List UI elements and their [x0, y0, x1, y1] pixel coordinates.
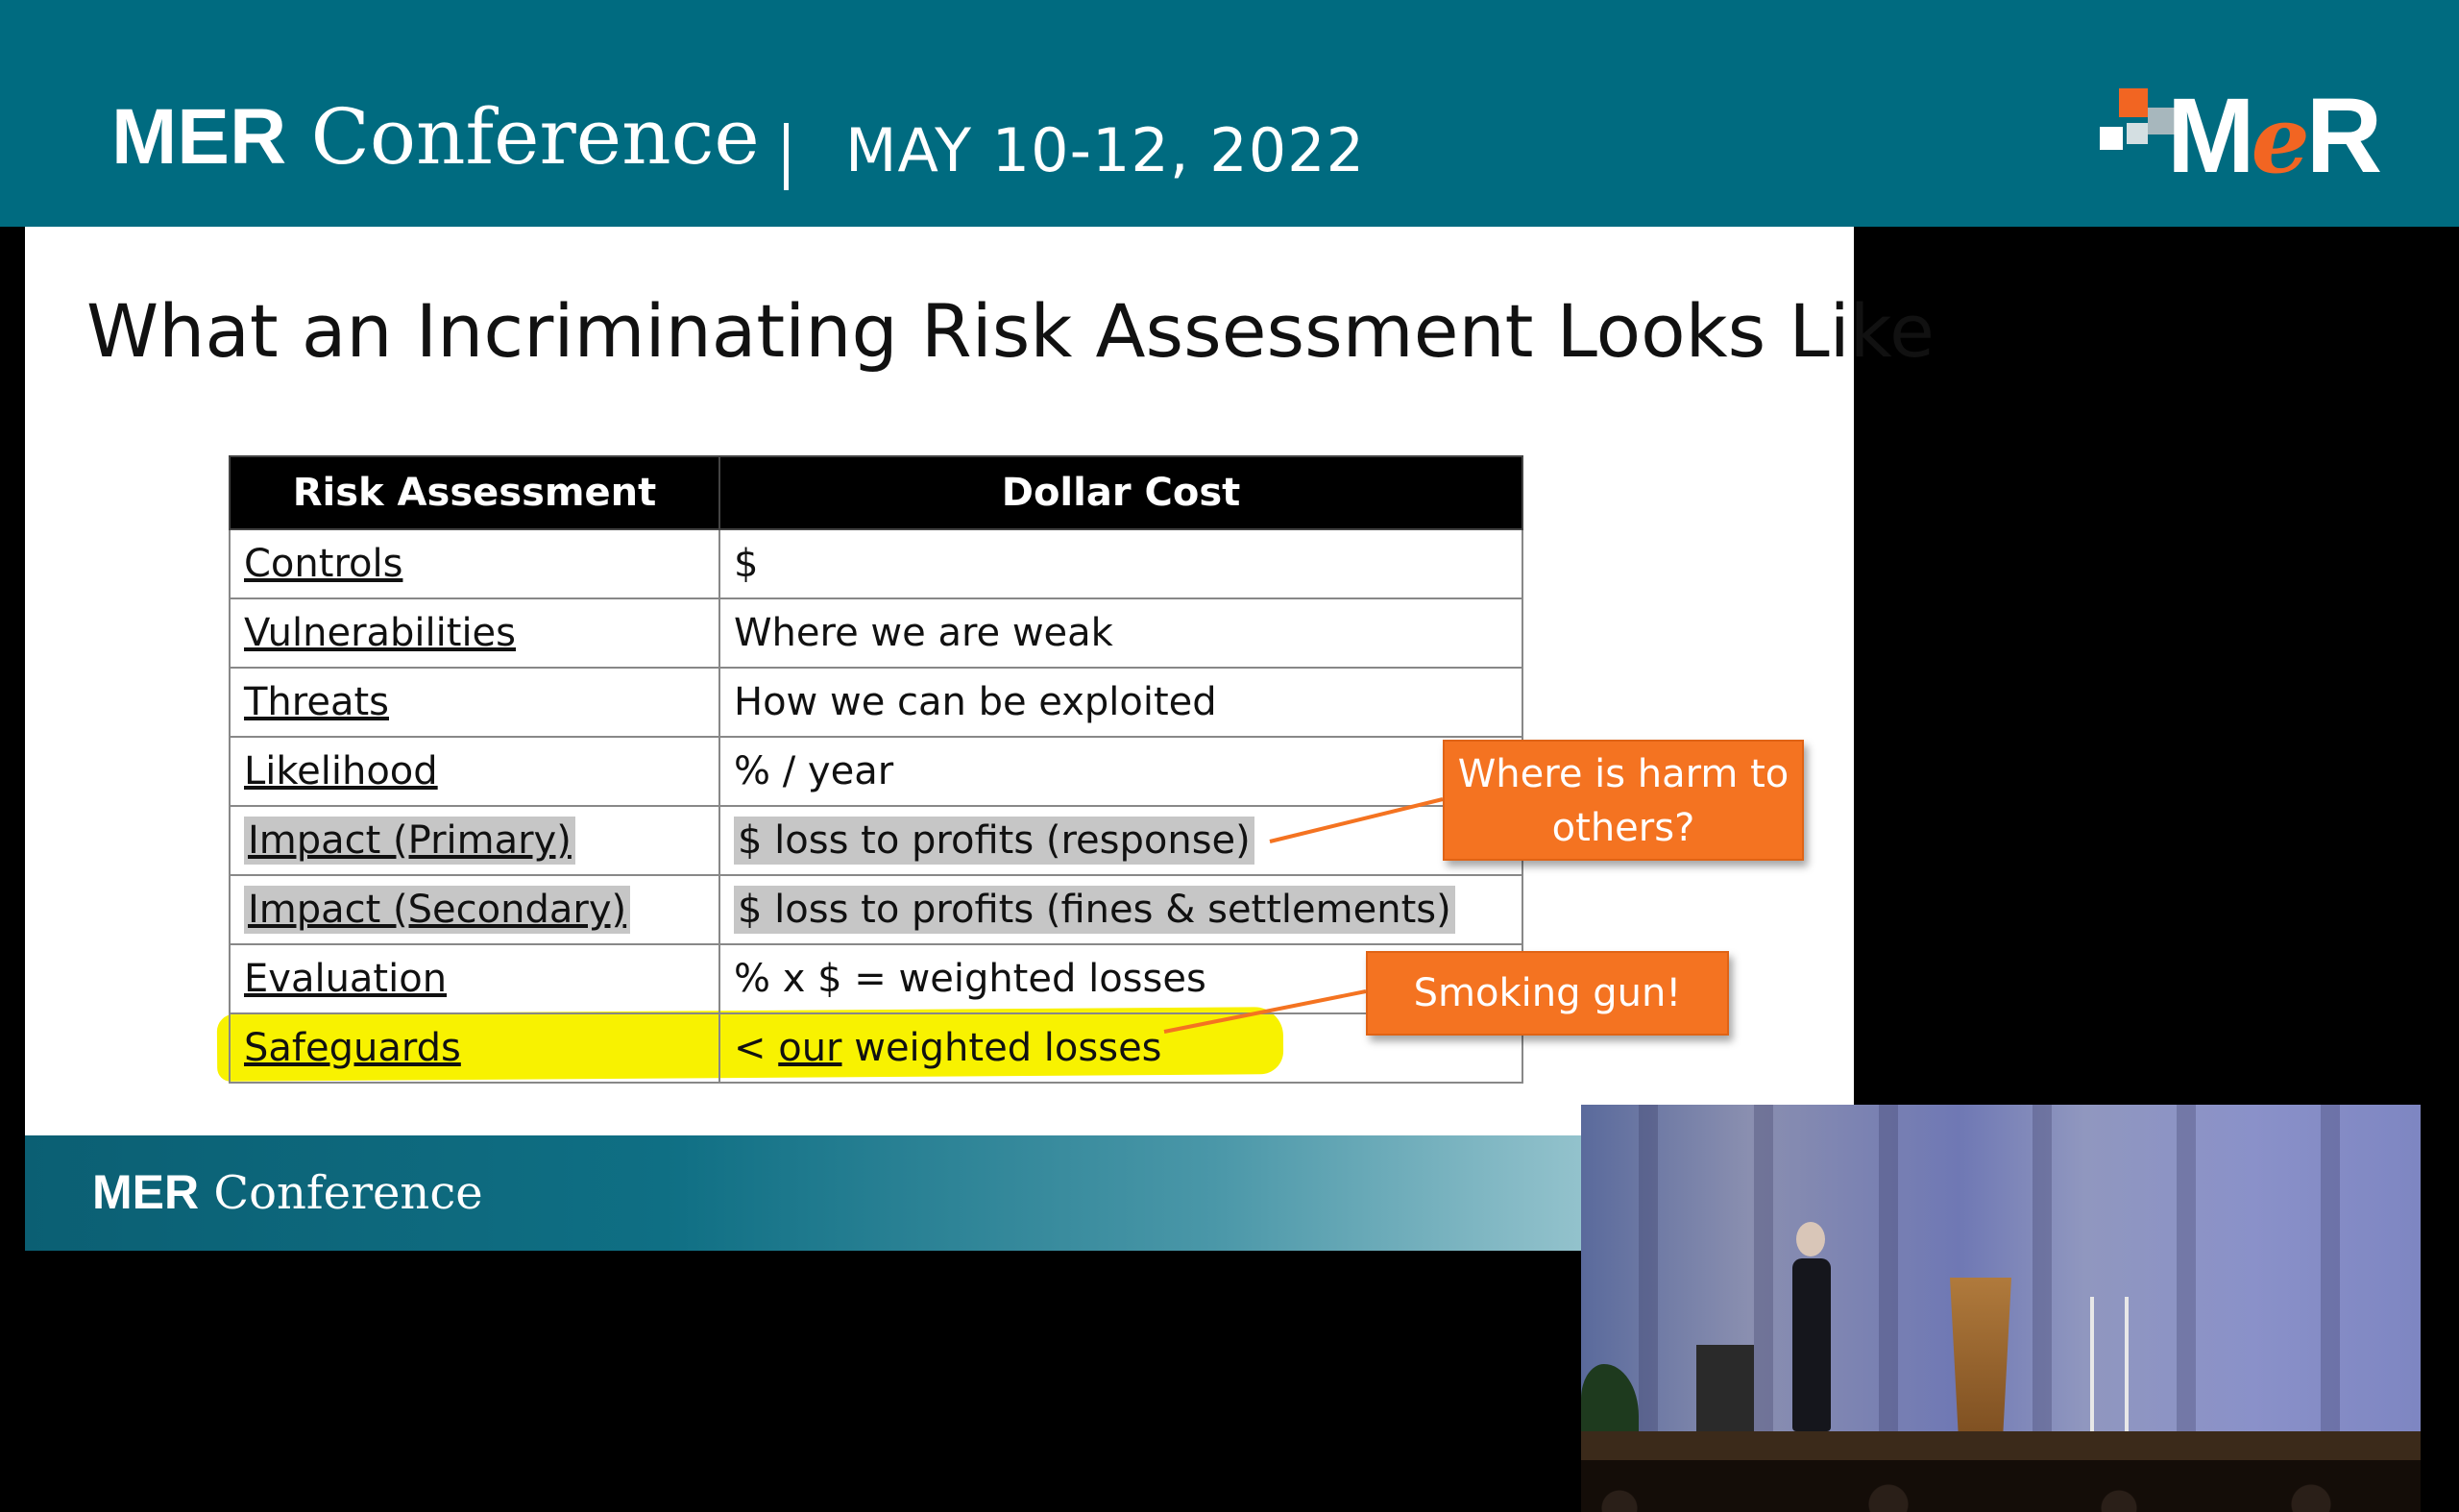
logo-letter-e: e [2251, 85, 2310, 194]
banner-separator [784, 123, 789, 190]
speaker-head [1796, 1222, 1825, 1256]
logo-square-white [2100, 127, 2123, 150]
stool [2090, 1297, 2129, 1451]
conference-title: MER Conference [111, 92, 760, 183]
logo-square-orange [2119, 88, 2148, 117]
gun-callout-line [1163, 989, 1367, 1034]
logo-letter-m: M [2167, 77, 2255, 195]
slide-footer-title: MER Conference [92, 1164, 483, 1220]
conference-banner: MER Conference MAY 10-12, 2022 MeR [0, 0, 2459, 227]
conference-date: MAY 10-12, 2022 [845, 115, 1366, 185]
curtain-fold [1879, 1105, 1898, 1431]
speaker-video-thumbnail [1581, 1105, 2421, 1512]
curtain-fold [1754, 1105, 1773, 1431]
harm-callout-line [1269, 797, 1444, 843]
speaker-figure [1792, 1258, 1831, 1431]
logo-wordmark: MeR [2167, 83, 2382, 194]
conference-title-rest: Conference [286, 92, 760, 182]
callout-connector-lines [1163, 797, 1444, 1034]
stage-edge [1581, 1431, 2421, 1460]
curtain-fold [1639, 1105, 1658, 1431]
slide-footer-rest: Conference [199, 1166, 483, 1220]
slide-footer-bold: MER [92, 1165, 200, 1219]
presentation-slide: What an Incriminating Risk Assessment Lo… [25, 227, 1935, 1251]
curtain-fold [2321, 1105, 2340, 1431]
logo-letter-r: R [2305, 77, 2382, 195]
slide-footer: MER Conference [25, 1135, 1854, 1251]
mer-logo: MeR [2094, 83, 2382, 194]
podium [1950, 1278, 2011, 1451]
audience-heads [1581, 1479, 2421, 1512]
callout-harm-to-others: Where is harm to others? [1443, 740, 1804, 861]
curtain-fold [2033, 1105, 2052, 1431]
logo-square-light [2127, 123, 2148, 144]
callout-smoking-gun: Smoking gun! [1366, 951, 1729, 1036]
curtain-fold [2177, 1105, 2196, 1431]
conference-title-bold: MER [111, 93, 287, 181]
